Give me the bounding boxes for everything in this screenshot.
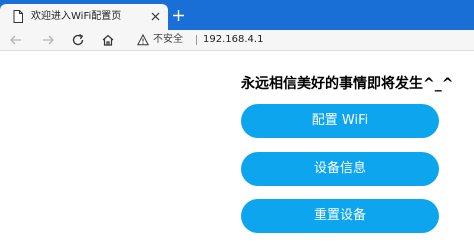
address-separator	[196, 35, 197, 45]
reset-device-button[interactable]: 重置设备	[241, 199, 439, 233]
forward-arrow-icon[interactable]	[41, 33, 55, 47]
tab-title: 欢迎进入WiFi配置页	[31, 11, 122, 22]
reload-icon[interactable]	[71, 33, 85, 47]
home-icon[interactable]	[101, 33, 115, 47]
plus-icon[interactable]	[171, 8, 186, 23]
configure-wifi-button[interactable]: 配置 WiFi	[241, 104, 439, 138]
browser-tab[interactable]: 欢迎进入WiFi配置页	[0, 4, 168, 30]
back-arrow-icon[interactable]	[9, 33, 23, 47]
page-heading: 永远相信美好的事情即将发生^_^	[241, 76, 454, 92]
page-icon	[13, 10, 23, 23]
tab-strip: 欢迎进入WiFi配置页	[0, 0, 474, 30]
warning-icon[interactable]	[137, 34, 149, 46]
device-info-button[interactable]: 设备信息	[241, 152, 439, 186]
url-text[interactable]: 192.168.4.1	[203, 31, 263, 49]
close-icon[interactable]	[149, 10, 162, 23]
toolbar: 不安全 192.168.4.1	[0, 30, 474, 51]
security-label[interactable]: 不安全	[153, 31, 183, 49]
address-bar[interactable]: 不安全 192.168.4.1	[131, 31, 474, 49]
